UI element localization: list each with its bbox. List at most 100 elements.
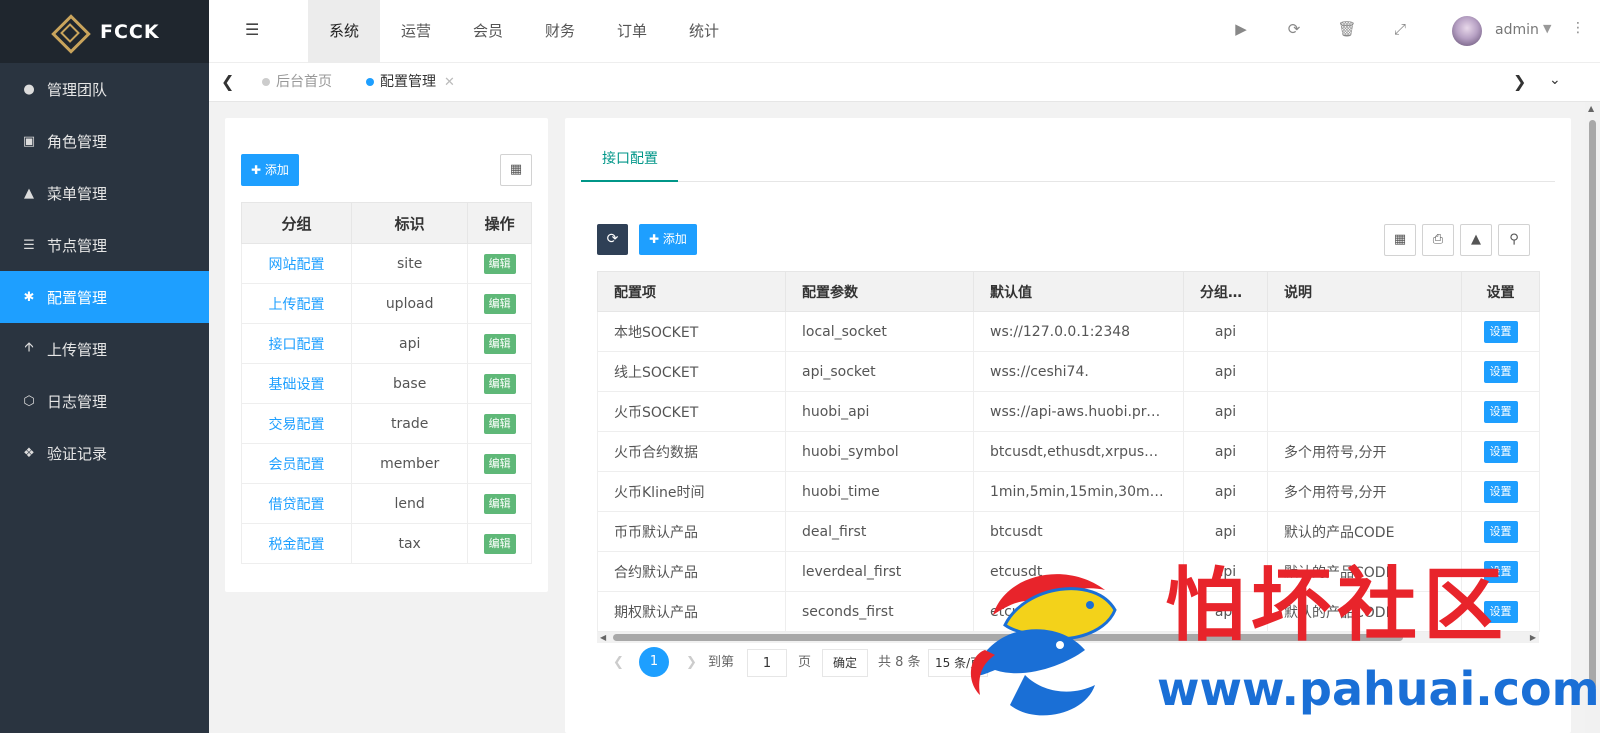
- sidebar-item-team[interactable]: ● 管理团队: [0, 63, 209, 115]
- chevron-left-icon[interactable]: ❮: [221, 72, 234, 91]
- table-row: 网站配置 site 编辑: [240, 243, 532, 284]
- scroll-up-icon[interactable]: ▲: [1588, 104, 1594, 113]
- group-link[interactable]: 会员配置: [240, 443, 353, 484]
- fullscreen-icon[interactable]: ⤢: [1390, 20, 1410, 38]
- settings-button[interactable]: 设置: [1483, 440, 1518, 463]
- column-header[interactable]: 默认值: [973, 271, 1184, 312]
- column-header[interactable]: 操作: [467, 202, 532, 244]
- sidebar-item-nodes[interactable]: ☰ 节点管理: [0, 219, 209, 271]
- tab-api-config[interactable]: 接口配置: [602, 148, 658, 168]
- list-icon: ☰: [23, 237, 35, 253]
- print-button[interactable]: ⎙: [1422, 224, 1454, 256]
- edit-button[interactable]: 编辑: [483, 493, 516, 514]
- pager-page-input[interactable]: [747, 649, 787, 677]
- group-link[interactable]: 上传配置: [240, 283, 353, 324]
- tab-statistics[interactable]: 统计: [668, 0, 740, 63]
- column-header[interactable]: 分组…: [1183, 271, 1268, 312]
- sidebar-item-config[interactable]: ✱ 配置管理: [0, 271, 209, 323]
- menu-toggle-icon[interactable]: ☰: [245, 20, 263, 40]
- group-link[interactable]: 交易配置: [240, 403, 353, 444]
- table-row: 本地SOCKET local_socket ws://127.0.0.1:234…: [597, 311, 1540, 352]
- close-icon[interactable]: ✕: [444, 75, 455, 90]
- export-button[interactable]: ▲: [1460, 224, 1492, 256]
- settings-button[interactable]: 设置: [1483, 400, 1518, 423]
- pager-prev-icon[interactable]: ❮: [613, 649, 624, 677]
- group-key: trade: [351, 403, 469, 444]
- edit-button[interactable]: 编辑: [483, 293, 516, 314]
- column-header[interactable]: 分组: [240, 202, 353, 244]
- settings-button[interactable]: 设置: [1483, 320, 1518, 343]
- page-vertical-scrollbar[interactable]: ▲: [1585, 102, 1600, 733]
- group-link[interactable]: 借贷配置: [240, 483, 353, 524]
- avatar[interactable]: [1452, 16, 1482, 46]
- badge-icon: ▣: [22, 133, 36, 149]
- sidebar-item-logs[interactable]: ⬡ 日志管理: [0, 375, 209, 427]
- sidebar-item-label: 角色管理: [47, 132, 108, 151]
- scrollbar-thumb[interactable]: [1589, 120, 1596, 690]
- column-header[interactable]: 设置: [1461, 271, 1540, 312]
- table-row: 火币SOCKET huobi_api wss://api-aws.huobi.p…: [597, 391, 1540, 432]
- settings-button[interactable]: 设置: [1483, 480, 1518, 503]
- chevron-down-icon[interactable]: ▼: [1543, 22, 1551, 35]
- tab-operations[interactable]: 运营: [380, 0, 452, 63]
- brand-logo[interactable]: FCCK: [0, 0, 209, 63]
- sidebar-item-menus[interactable]: ▲ 菜单管理: [0, 167, 209, 219]
- sidebar-item-uploads[interactable]: 🡩 上传管理: [0, 323, 209, 375]
- chevron-right-icon[interactable]: ❯: [1513, 72, 1526, 91]
- more-vertical-icon[interactable]: ⋮: [1571, 20, 1585, 36]
- edit-button[interactable]: 编辑: [483, 453, 516, 474]
- pager-current-page[interactable]: 1: [639, 647, 669, 677]
- edit-button[interactable]: 编辑: [483, 373, 516, 394]
- page-tab-label: 后台首页: [276, 74, 332, 90]
- column-header[interactable]: 配置参数: [785, 271, 974, 312]
- config-default: 1min,5min,15min,30min,…: [973, 471, 1184, 512]
- pager-next-icon[interactable]: ❯: [686, 649, 697, 677]
- config-item: 本地SOCKET: [597, 311, 786, 352]
- group-link[interactable]: 税金配置: [240, 523, 353, 564]
- plus-icon: ✚: [251, 163, 262, 177]
- column-header[interactable]: 标识: [351, 202, 469, 244]
- add-config-button[interactable]: ✚ 添加: [639, 224, 697, 255]
- trash-icon[interactable]: 🗑: [1337, 20, 1357, 38]
- sidebar-item-roles[interactable]: ▣ 角色管理: [0, 115, 209, 167]
- scroll-left-icon[interactable]: ◀: [600, 632, 606, 643]
- group-link[interactable]: 网站配置: [240, 243, 353, 284]
- tab-orders[interactable]: 订单: [596, 0, 668, 63]
- settings-button[interactable]: 设置: [1483, 520, 1518, 543]
- refresh-button[interactable]: ⟳: [597, 224, 628, 255]
- group-key: lend: [351, 483, 469, 524]
- column-header[interactable]: 配置项: [597, 271, 786, 312]
- group-list-panel: ✚ 添加 ▦ 分组 标识 操作 网站配置 site 编辑 上传配置 upload 编辑 …: [225, 118, 548, 592]
- tab-system[interactable]: 系统: [308, 0, 380, 63]
- user-name[interactable]: admin: [1495, 22, 1539, 38]
- tab-finance[interactable]: 财务: [524, 0, 596, 63]
- refresh-icon[interactable]: ⟳: [1284, 20, 1304, 38]
- config-param: api_socket: [785, 351, 974, 392]
- config-default: wss://ceshi74.: [973, 351, 1184, 392]
- edit-button[interactable]: 编辑: [483, 413, 516, 434]
- sidebar-item-label: 菜单管理: [47, 184, 108, 203]
- edit-button[interactable]: 编辑: [483, 533, 516, 554]
- sidebar-item-label: 配置管理: [47, 288, 108, 307]
- config-default: wss://api-aws.huobi.pro/…: [973, 391, 1184, 432]
- sidebar-item-verify[interactable]: ❖ 验证记录: [0, 427, 209, 479]
- tab-members[interactable]: 会员: [452, 0, 524, 63]
- group-link[interactable]: 接口配置: [240, 323, 353, 364]
- pager-confirm-button[interactable]: 确定: [822, 649, 868, 677]
- add-group-button[interactable]: ✚ 添加: [241, 154, 299, 186]
- page-tab-home[interactable]: 后台首页: [262, 63, 332, 102]
- search-button[interactable]: ⚲: [1498, 224, 1530, 256]
- play-icon[interactable]: ▶: [1231, 20, 1251, 38]
- verify-icon: ❖: [23, 445, 35, 461]
- page-tab-config[interactable]: 配置管理 ✕: [366, 63, 455, 102]
- settings-button[interactable]: 设置: [1483, 360, 1518, 383]
- config-desc: 多个用符号,分开: [1267, 471, 1462, 512]
- columns-toggle-button[interactable]: ▦: [1384, 224, 1416, 256]
- column-header[interactable]: 说明: [1267, 271, 1462, 312]
- columns-toggle-button[interactable]: ▦: [500, 154, 532, 186]
- group-link[interactable]: 基础设置: [240, 363, 353, 404]
- chevron-down-icon[interactable]: ⌄: [1549, 72, 1561, 88]
- edit-button[interactable]: 编辑: [483, 253, 516, 274]
- edit-button[interactable]: 编辑: [483, 333, 516, 354]
- table-row: 币币默认产品 deal_first btcusdt api 默认的产品CODE …: [597, 511, 1540, 552]
